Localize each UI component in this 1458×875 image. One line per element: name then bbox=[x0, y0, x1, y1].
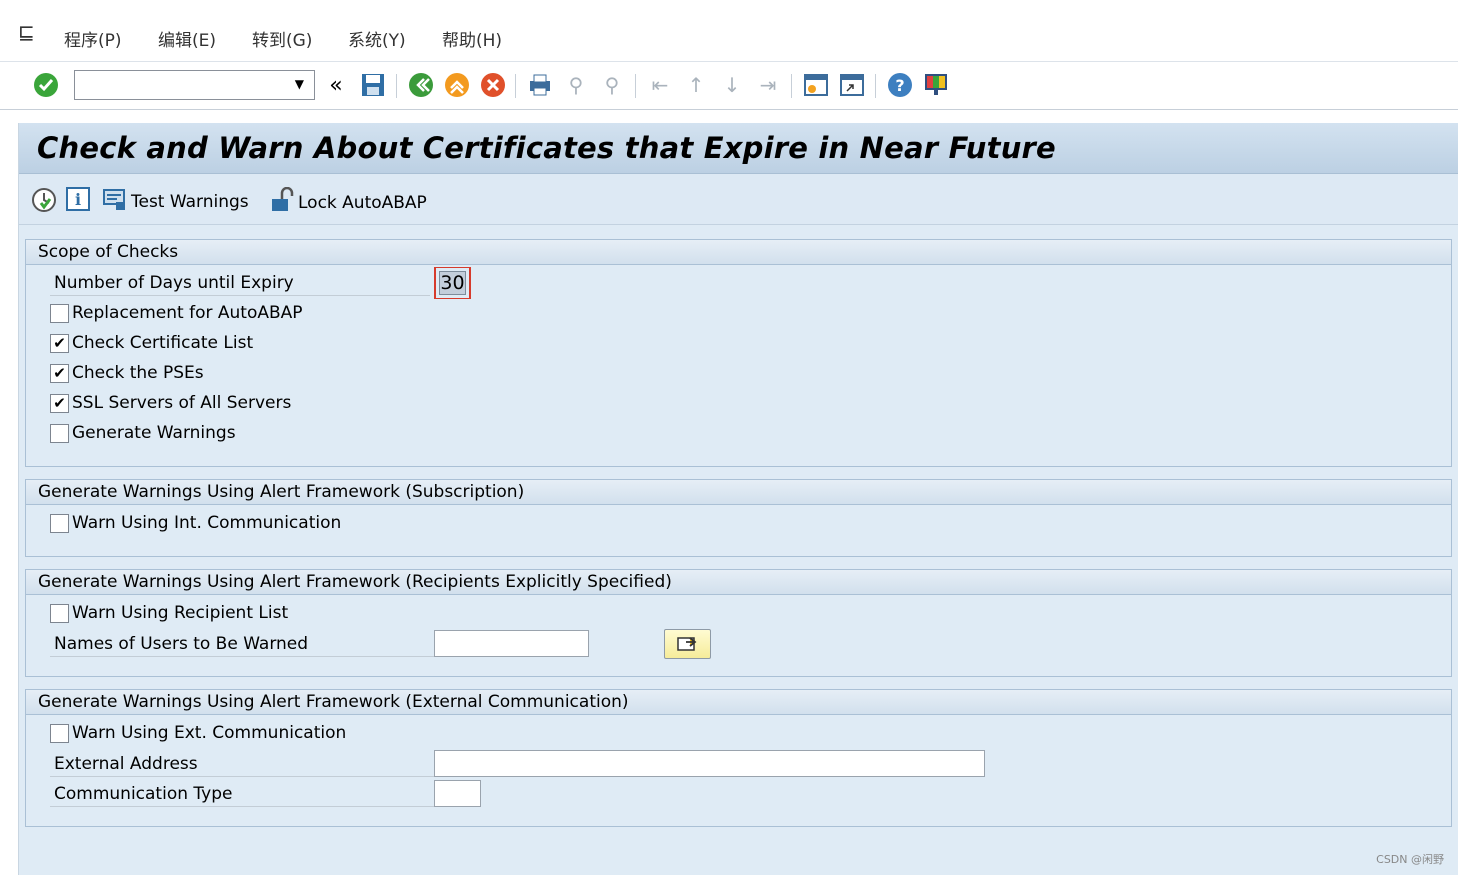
separator bbox=[396, 74, 397, 98]
check-certificate-list-label: Check Certificate List bbox=[72, 333, 254, 353]
test-warnings-button[interactable]: Test Warnings bbox=[103, 187, 249, 216]
new-session-icon[interactable] bbox=[800, 70, 832, 100]
warn-recipient-list-checkbox[interactable] bbox=[50, 603, 69, 623]
execute-button[interactable] bbox=[31, 187, 57, 218]
last-page-icon[interactable]: ⇥ bbox=[752, 70, 784, 100]
warn-ext-communication-checkbox[interactable] bbox=[50, 723, 69, 743]
info-icon: i bbox=[66, 187, 90, 216]
external-address-input[interactable] bbox=[434, 750, 985, 777]
replacement-autoabap-label: Replacement for AutoABAP bbox=[72, 303, 303, 323]
previous-page-icon[interactable]: ↑ bbox=[680, 70, 712, 100]
menu-help[interactable]: 帮助(H) bbox=[442, 26, 502, 51]
lock-icon bbox=[270, 186, 294, 218]
warn-int-communication-option[interactable]: Warn Using Int. Communication bbox=[50, 513, 341, 533]
warn-ext-communication-option[interactable]: Warn Using Ext. Communication bbox=[50, 723, 346, 743]
application-toolbar: i Test Warnings Lock AutoABAP bbox=[19, 174, 1458, 225]
svg-text:?: ? bbox=[895, 76, 904, 95]
group-heading: Generate Warnings Using Alert Framework … bbox=[26, 690, 1451, 715]
warn-int-communication-checkbox[interactable] bbox=[50, 513, 69, 533]
next-page-icon[interactable]: ↓ bbox=[716, 70, 748, 100]
standard-toolbar: ▼ « ⚲ ⚲ ⇤ ↑ ↓ ⇥ ? bbox=[0, 62, 1458, 110]
warn-int-communication-label: Warn Using Int. Communication bbox=[72, 513, 342, 533]
layout-menu-icon[interactable] bbox=[920, 70, 952, 100]
separator bbox=[791, 74, 792, 98]
menu-edit[interactable]: 编辑(E) bbox=[158, 26, 216, 51]
svg-text:i: i bbox=[75, 190, 81, 209]
replacement-autoabap-option[interactable]: Replacement for AutoABAP bbox=[50, 303, 303, 323]
days-until-expiry-label: Number of Days until Expiry bbox=[50, 272, 430, 296]
replacement-autoabap-checkbox[interactable] bbox=[50, 303, 69, 323]
check-certificate-list-option[interactable]: ✔ Check Certificate List bbox=[50, 333, 253, 353]
dropdown-icon[interactable]: ▼ bbox=[295, 77, 304, 91]
separator bbox=[875, 74, 876, 98]
ssl-servers-checkbox[interactable]: ✔ bbox=[50, 393, 69, 413]
main-screen: Check and Warn About Certificates that E… bbox=[18, 123, 1458, 875]
group-heading: Scope of Checks bbox=[26, 240, 1451, 265]
menu-icon[interactable]: ⊑ bbox=[18, 20, 35, 44]
users-to-warn-label: Names of Users to Be Warned bbox=[50, 633, 434, 657]
external-address-label: External Address bbox=[50, 753, 434, 777]
recipients-group: Generate Warnings Using Alert Framework … bbox=[25, 569, 1452, 677]
separator bbox=[635, 74, 636, 98]
lock-autoabap-label: Lock AutoABAP bbox=[298, 192, 427, 213]
menu-program[interactable]: 程序(P) bbox=[64, 26, 122, 51]
group-heading: Generate Warnings Using Alert Framework … bbox=[26, 570, 1451, 595]
execute-icon bbox=[31, 187, 57, 218]
warn-recipient-list-option[interactable]: Warn Using Recipient List bbox=[50, 603, 288, 623]
first-page-icon[interactable]: ⇤ bbox=[644, 70, 676, 100]
menu-goto[interactable]: 转到(G) bbox=[252, 26, 312, 51]
ssl-servers-option[interactable]: ✔ SSL Servers of All Servers bbox=[50, 393, 291, 413]
watermark: CSDN @闲野 bbox=[1376, 853, 1444, 866]
generate-warnings-option[interactable]: Generate Warnings bbox=[50, 423, 236, 443]
save-icon[interactable] bbox=[357, 70, 389, 100]
information-button[interactable]: i bbox=[66, 187, 90, 216]
ssl-servers-label: SSL Servers of All Servers bbox=[72, 393, 292, 413]
multiple-selection-button[interactable] bbox=[664, 629, 711, 659]
test-warnings-icon bbox=[103, 187, 127, 216]
check-certificate-list-checkbox[interactable]: ✔ bbox=[50, 333, 69, 353]
find-icon[interactable]: ⚲ bbox=[560, 70, 592, 100]
shortcut-icon[interactable] bbox=[836, 70, 868, 100]
menu-bar: ⊑ 程序(P) 编辑(E) 转到(G) 系统(Y) 帮助(H) bbox=[0, 0, 1458, 62]
back-icon[interactable] bbox=[405, 70, 437, 100]
enter-icon[interactable] bbox=[30, 70, 62, 100]
check-pses-label: Check the PSEs bbox=[72, 363, 204, 383]
help-icon[interactable]: ? bbox=[884, 70, 916, 100]
communication-type-label: Communication Type bbox=[50, 783, 434, 807]
find-next-icon[interactable]: ⚲ bbox=[596, 70, 628, 100]
test-warnings-label: Test Warnings bbox=[131, 191, 249, 212]
menu-system[interactable]: 系统(Y) bbox=[348, 26, 406, 51]
generate-warnings-checkbox[interactable] bbox=[50, 423, 69, 443]
collapse-icon[interactable]: « bbox=[320, 70, 352, 100]
title-bar: Check and Warn About Certificates that E… bbox=[19, 123, 1458, 174]
users-to-warn-input[interactable] bbox=[434, 630, 589, 657]
days-value: 30 bbox=[439, 271, 466, 295]
lock-autoabap-button[interactable]: Lock AutoABAP bbox=[270, 186, 427, 218]
days-until-expiry-input[interactable]: 30 bbox=[434, 267, 471, 299]
group-heading: Generate Warnings Using Alert Framework … bbox=[26, 480, 1451, 505]
warn-recipient-list-label: Warn Using Recipient List bbox=[72, 603, 289, 623]
separator bbox=[515, 74, 516, 98]
subscription-group: Generate Warnings Using Alert Framework … bbox=[25, 479, 1452, 557]
page-title: Check and Warn About Certificates that E… bbox=[37, 131, 1056, 165]
check-pses-option[interactable]: ✔ Check the PSEs bbox=[50, 363, 204, 383]
warn-ext-communication-label: Warn Using Ext. Communication bbox=[72, 723, 347, 743]
generate-warnings-label: Generate Warnings bbox=[72, 423, 236, 443]
external-communication-group: Generate Warnings Using Alert Framework … bbox=[25, 689, 1452, 827]
communication-type-input[interactable] bbox=[434, 780, 481, 807]
exit-icon[interactable] bbox=[441, 70, 473, 100]
cancel-icon[interactable] bbox=[477, 70, 509, 100]
command-field[interactable]: ▼ bbox=[74, 70, 315, 100]
print-icon[interactable] bbox=[524, 70, 556, 100]
check-pses-checkbox[interactable]: ✔ bbox=[50, 363, 69, 383]
multiple-selection-icon bbox=[676, 632, 700, 657]
scope-of-checks-group: Scope of Checks Number of Days until Exp… bbox=[25, 239, 1452, 467]
